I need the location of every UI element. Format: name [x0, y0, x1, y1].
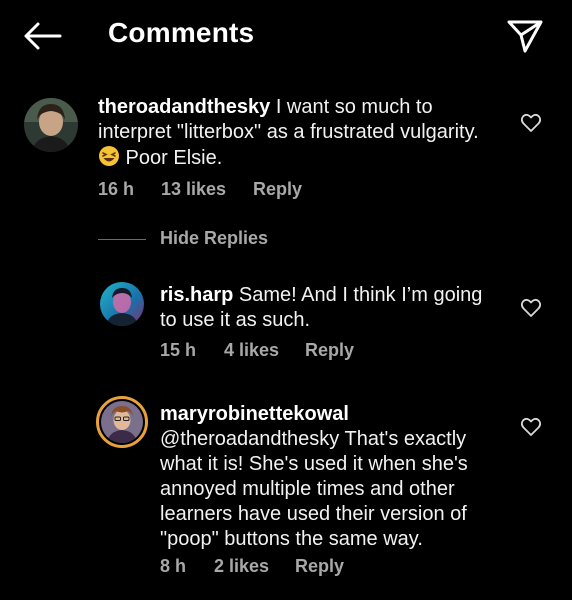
comment-text-line: learners have used their version of: [160, 503, 467, 525]
likes-count[interactable]: 4 likes: [224, 340, 279, 361]
heart-icon[interactable]: [520, 298, 542, 318]
comment-time: 15 h: [160, 340, 197, 360]
comment-body: ris.harp Same! And I think I’m going to …: [160, 283, 520, 333]
comment-text-line: That's exactly: [339, 428, 467, 450]
comment-meta: 15 h 4 likes Reply: [160, 340, 460, 362]
comment-body: maryrobinettekowal @theroadandthesky Tha…: [160, 402, 520, 552]
comment-time: 8 h: [160, 556, 187, 576]
comment-text-line: Same! And I think I’m going: [233, 284, 483, 306]
reply-button[interactable]: Reply: [253, 179, 302, 200]
comment-text-line: interpret "litterbox" as a frustrated vu…: [98, 121, 479, 143]
avatar[interactable]: [24, 98, 78, 152]
divider: [98, 239, 146, 240]
comment-text-line: Poor Elsie.: [120, 147, 223, 169]
avatar[interactable]: [96, 396, 148, 448]
hide-replies-label: Hide Replies: [160, 228, 269, 248]
paper-plane-icon[interactable]: [505, 18, 545, 54]
comment-meta: 16 h 13 likes Reply: [98, 179, 398, 201]
laughing-emoji-icon: [98, 145, 120, 174]
comment-username[interactable]: theroadandthesky: [98, 96, 270, 118]
avatar[interactable]: [100, 282, 144, 326]
comment-text-line: I want so much to: [270, 96, 433, 118]
comment-text-line: annoyed multiple times and other: [160, 478, 455, 500]
comments-header: Comments: [0, 0, 572, 72]
reply-button[interactable]: Reply: [305, 340, 354, 361]
heart-icon[interactable]: [520, 417, 542, 437]
page-title: Comments: [108, 17, 255, 48]
comment-body: theroadandthesky I want so much to inter…: [98, 95, 518, 174]
comment-text-line: "poop" buttons the same way.: [160, 528, 423, 550]
comment-username[interactable]: maryrobinettekowal: [160, 402, 520, 427]
heart-icon[interactable]: [520, 113, 542, 133]
reply-button[interactable]: Reply: [295, 556, 344, 577]
comment-time: 16 h: [98, 179, 135, 199]
comment-text-line: to use it as such.: [160, 309, 311, 331]
likes-count[interactable]: 2 likes: [214, 556, 269, 577]
arrow-left-icon[interactable]: [22, 20, 62, 52]
comment-username[interactable]: ris.harp: [160, 284, 233, 306]
comment-text-line: what it is! She's used it when she's: [160, 453, 468, 475]
likes-count[interactable]: 13 likes: [161, 179, 226, 200]
comment-meta: 8 h 2 likes Reply: [160, 556, 460, 578]
mention-link[interactable]: @theroadandthesky: [160, 428, 339, 450]
